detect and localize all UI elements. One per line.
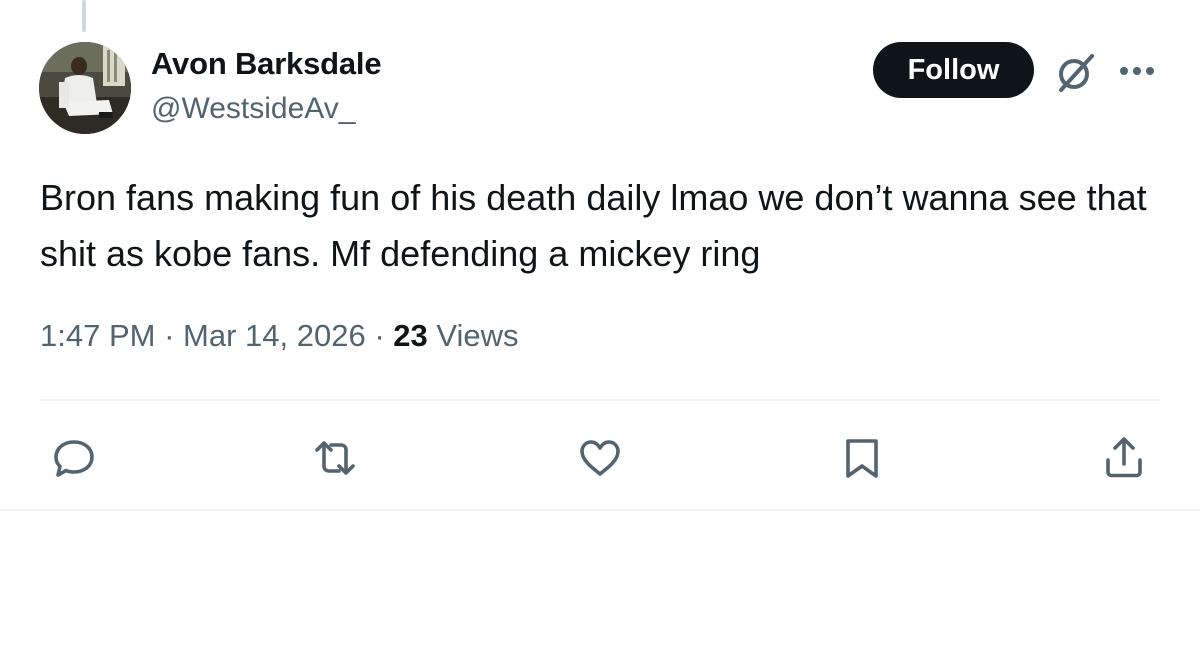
views-label[interactable]: Views bbox=[436, 318, 518, 353]
more-icon[interactable] bbox=[1116, 56, 1158, 86]
thread-connector-line bbox=[82, 0, 86, 32]
avatar-image bbox=[39, 42, 131, 134]
like-icon[interactable] bbox=[576, 434, 624, 482]
tweet-metadata: 1:47 PM · Mar 14, 2026 · 23 Views bbox=[40, 318, 519, 354]
divider bbox=[0, 509, 1200, 511]
bookmark-icon[interactable] bbox=[838, 434, 886, 482]
views-count[interactable]: 23 bbox=[393, 318, 427, 353]
tweet-text: Bron fans making fun of his death daily … bbox=[40, 177, 1147, 274]
share-icon[interactable] bbox=[1100, 434, 1148, 482]
meta-separator: · bbox=[374, 318, 385, 353]
tweet-date[interactable]: Mar 14, 2026 bbox=[183, 318, 366, 353]
author-display-name[interactable]: Avon Barksdale bbox=[151, 46, 382, 82]
divider bbox=[40, 399, 1160, 401]
follow-button[interactable]: Follow bbox=[873, 42, 1034, 98]
tweet-time[interactable]: 1:47 PM bbox=[40, 318, 155, 353]
grok-icon[interactable] bbox=[1052, 50, 1098, 96]
meta-separator: · bbox=[164, 318, 175, 353]
retweet-icon[interactable] bbox=[311, 434, 359, 482]
reply-icon[interactable] bbox=[50, 434, 98, 482]
avatar[interactable] bbox=[39, 42, 131, 134]
author-handle[interactable]: @WestsideAv_ bbox=[151, 92, 355, 126]
